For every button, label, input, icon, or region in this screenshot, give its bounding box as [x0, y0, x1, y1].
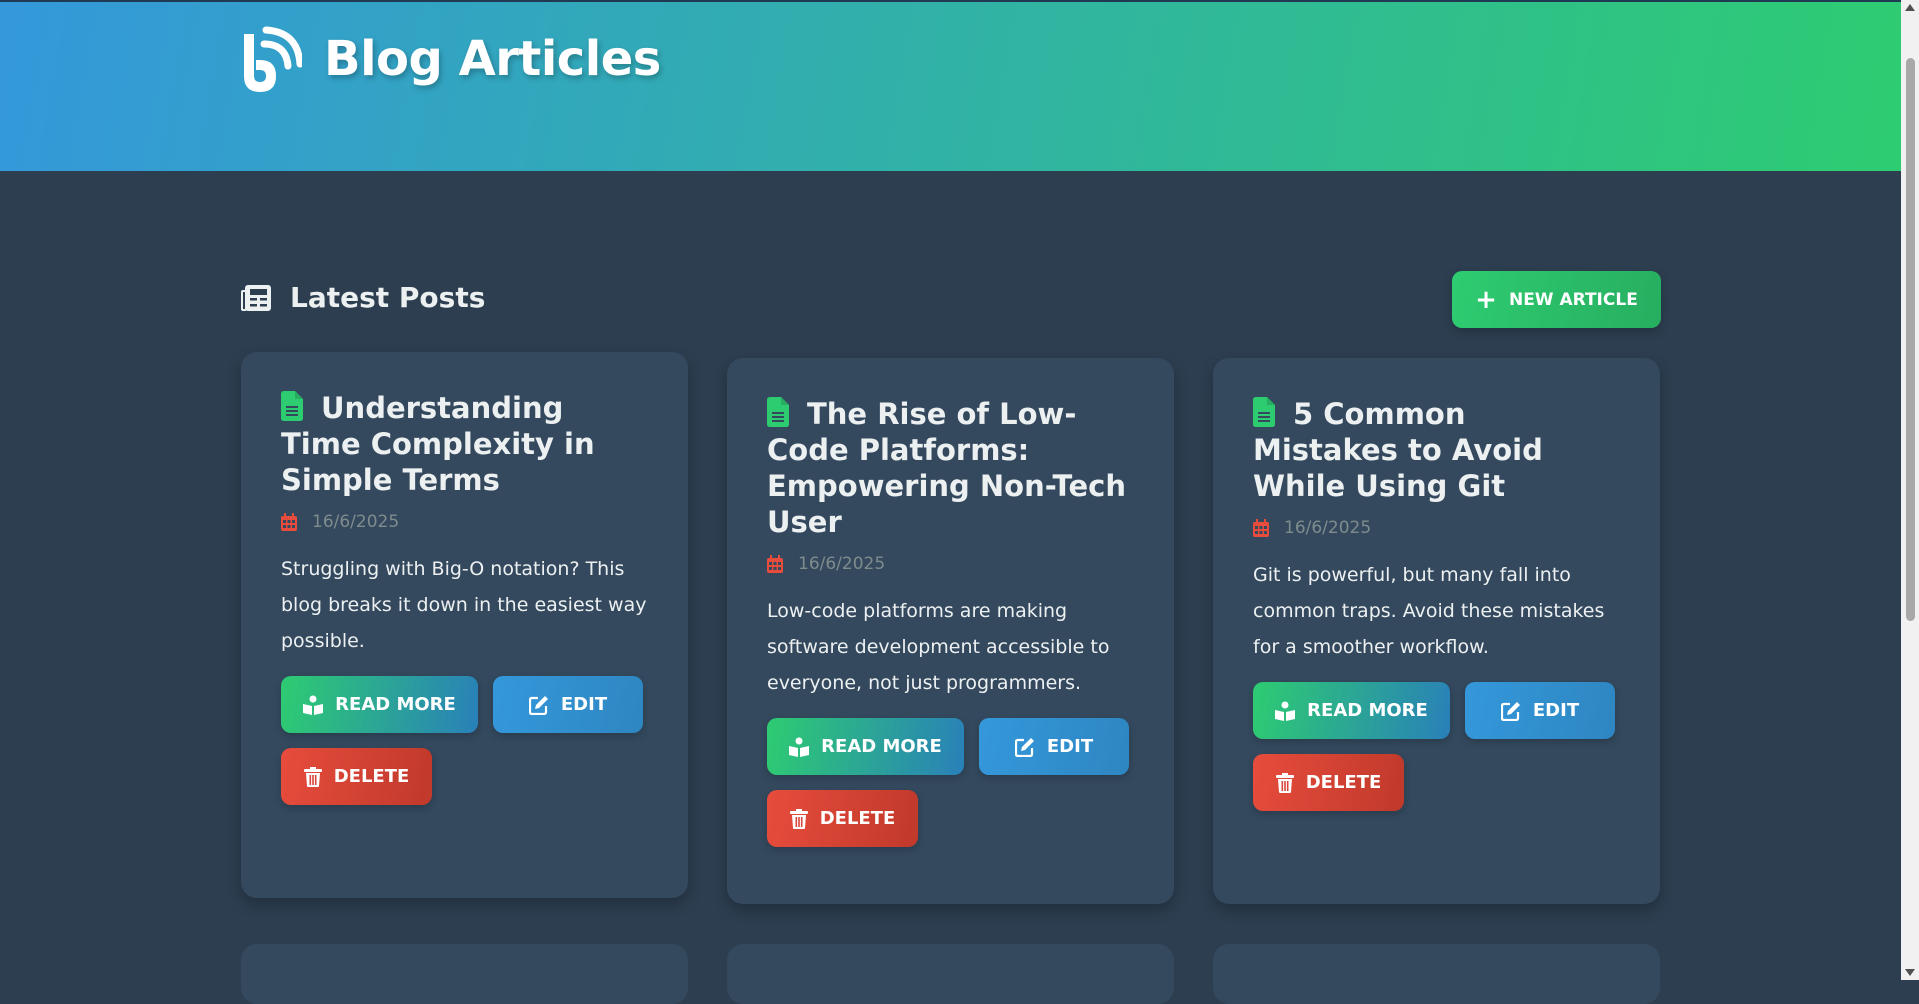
section-title: Latest Posts — [290, 281, 486, 314]
article-excerpt: Low-code platforms are making software d… — [767, 600, 1110, 694]
article-excerpt: Struggling with Big-O notation? This blo… — [281, 558, 647, 652]
edit-button[interactable]: EDIT — [979, 718, 1129, 775]
article-actions: READ MORE EDIT DELETE — [1253, 682, 1633, 811]
brand: Blog Articles — [238, 24, 661, 94]
edit-icon — [1500, 701, 1520, 721]
article-card — [1213, 944, 1660, 1004]
scroll-thumb[interactable] — [1906, 58, 1915, 621]
book-reader-icon — [789, 737, 810, 757]
blogger-icon — [244, 26, 302, 92]
date-text: 16/6/2025 — [1284, 518, 1372, 538]
delete-button[interactable]: DELETE — [1253, 754, 1404, 811]
book-reader-icon — [1275, 701, 1296, 721]
scrollbar[interactable] — [1901, 0, 1919, 980]
article-actions: READ MORE EDIT DELETE — [767, 718, 1147, 847]
article-date: 16/6/2025 — [767, 554, 1134, 574]
edit-button[interactable]: EDIT — [493, 676, 643, 733]
document-icon — [1253, 397, 1275, 427]
article-card — [727, 944, 1174, 1004]
edit-icon — [1014, 737, 1034, 757]
edit-icon — [528, 695, 548, 715]
document-icon — [767, 397, 789, 427]
article-date: 16/6/2025 — [1253, 518, 1620, 538]
trash-icon — [303, 766, 322, 787]
article-date: 16/6/2025 — [281, 512, 648, 532]
calendar-icon — [1253, 519, 1269, 537]
new-article-label: NEW ARTICLE — [1508, 289, 1638, 310]
article-title: 5 Common Mistakes to Avoid While Using G… — [1253, 397, 1543, 503]
article-card: Understanding Time Complexity in Simple … — [241, 352, 688, 898]
calendar-icon — [767, 555, 783, 573]
delete-button[interactable]: DELETE — [767, 790, 918, 847]
scroll-down-arrow-icon[interactable] — [1905, 969, 1915, 976]
read-more-button[interactable]: READ MORE — [767, 718, 964, 775]
article-actions: READ MORE EDIT DELETE — [281, 676, 661, 805]
trash-icon — [789, 808, 808, 829]
edit-button[interactable]: EDIT — [1465, 682, 1615, 739]
scroll-up-arrow-icon[interactable] — [1905, 4, 1915, 11]
article-card: 5 Common Mistakes to Avoid While Using G… — [1213, 358, 1660, 904]
new-article-button[interactable]: + NEW ARTICLE — [1452, 271, 1661, 328]
page-title: Blog Articles — [324, 31, 661, 87]
newspaper-icon — [241, 284, 271, 311]
article-card: The Rise of Low-Code Platforms: Empoweri… — [727, 358, 1174, 904]
plus-icon: + — [1475, 284, 1497, 315]
trash-icon — [1275, 772, 1294, 793]
article-card — [241, 944, 688, 1004]
date-text: 16/6/2025 — [312, 512, 400, 532]
document-icon — [281, 391, 303, 421]
article-title: Understanding Time Complexity in Simple … — [281, 391, 595, 497]
article-title: The Rise of Low-Code Platforms: Empoweri… — [767, 397, 1126, 539]
delete-button[interactable]: DELETE — [281, 748, 432, 805]
article-excerpt: Git is powerful, but many fall into comm… — [1253, 564, 1605, 658]
read-more-button[interactable]: READ MORE — [1253, 682, 1450, 739]
book-reader-icon — [303, 695, 324, 715]
date-text: 16/6/2025 — [798, 554, 886, 574]
section-heading: Latest Posts — [240, 281, 485, 314]
read-more-button[interactable]: READ MORE — [281, 676, 478, 733]
calendar-icon — [281, 513, 297, 531]
page-header: Blog Articles — [0, 0, 1901, 171]
